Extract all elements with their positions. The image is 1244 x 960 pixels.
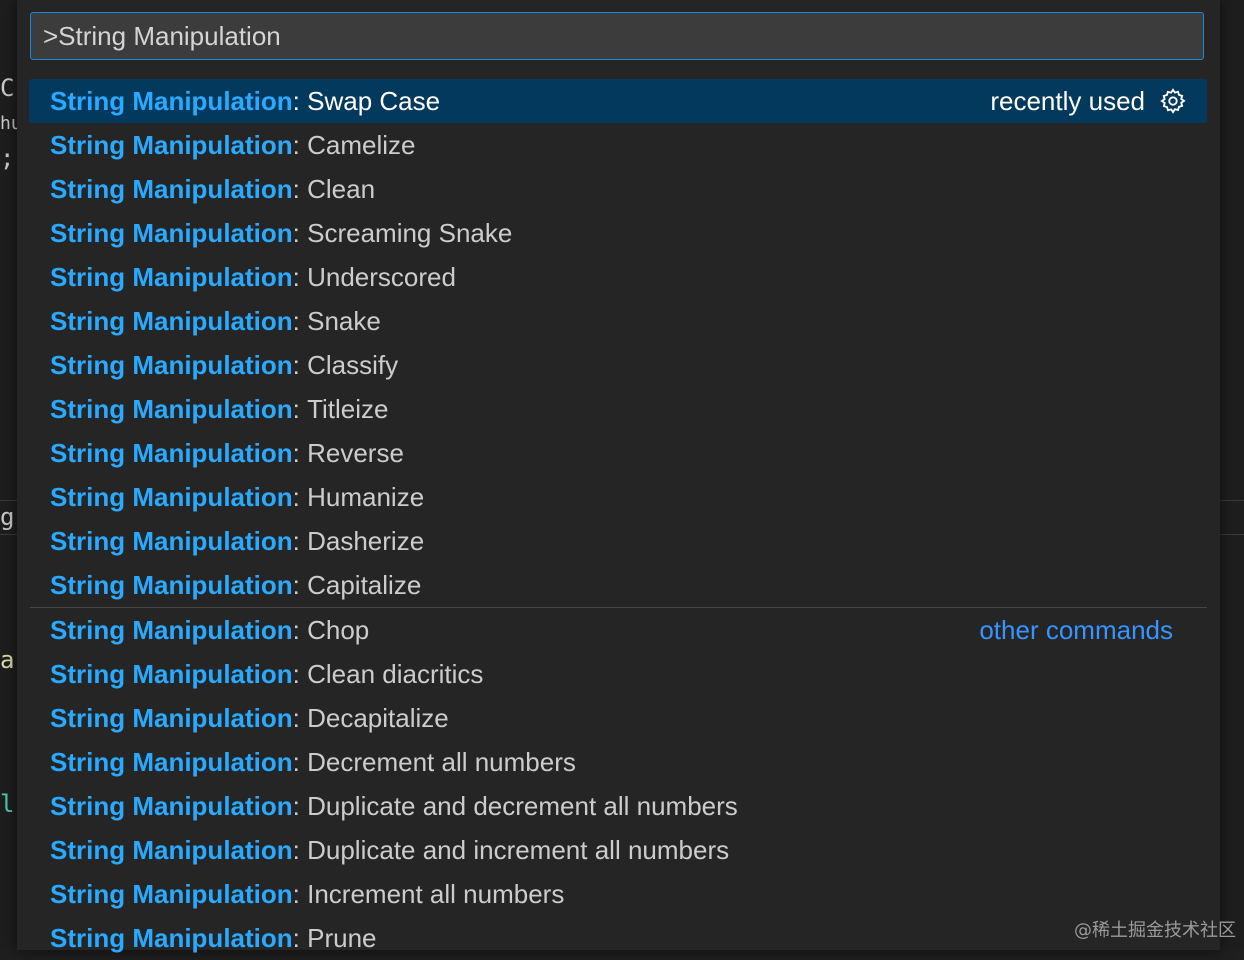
command-label: Chop	[307, 615, 369, 646]
command-item[interactable]: String Manipulation: Underscored	[29, 255, 1207, 299]
command-label: Decrement all numbers	[307, 747, 576, 778]
command-label: Classify	[307, 350, 398, 381]
command-category: String Manipulation	[50, 923, 293, 954]
command-item[interactable]: String Manipulation: Chop other commands	[29, 608, 1207, 652]
command-label: Titleize	[307, 394, 388, 425]
command-category: String Manipulation	[50, 835, 293, 866]
editor-code-fragment: g	[0, 505, 14, 529]
command-category: String Manipulation	[50, 86, 293, 117]
command-label: Increment all numbers	[307, 879, 564, 910]
command-category: String Manipulation	[50, 703, 293, 734]
editor-code-fragment: ;	[0, 146, 14, 170]
command-item[interactable]: String Manipulation: Decapitalize	[29, 696, 1207, 740]
command-label: Clean diacritics	[307, 659, 483, 690]
command-item[interactable]: String Manipulation: Clean diacritics	[29, 652, 1207, 696]
command-label: Duplicate and decrement all numbers	[307, 791, 738, 822]
command-separator: :	[293, 570, 307, 601]
command-label: Snake	[307, 306, 381, 337]
command-label: Dasherize	[307, 526, 424, 557]
command-separator: :	[293, 835, 307, 866]
command-separator: :	[293, 482, 307, 513]
command-palette-input[interactable]	[30, 12, 1204, 60]
command-item[interactable]: String Manipulation: Duplicate and incre…	[29, 828, 1207, 872]
command-label: Clean	[307, 174, 375, 205]
editor-code-fragment: l	[0, 792, 14, 816]
command-category: String Manipulation	[50, 659, 293, 690]
command-item[interactable]: String Manipulation: Reverse	[29, 431, 1207, 475]
command-label: Humanize	[307, 482, 424, 513]
command-item[interactable]: String Manipulation: Clean	[29, 167, 1207, 211]
watermark: @稀土掘金技术社区	[1074, 916, 1236, 942]
command-item[interactable]: String Manipulation: Humanize	[29, 475, 1207, 519]
command-separator: :	[293, 703, 307, 734]
command-item[interactable]: String Manipulation: Swap Case recently u…	[29, 79, 1207, 123]
command-category: String Manipulation	[50, 438, 293, 469]
command-item[interactable]: String Manipulation: Classify	[29, 343, 1207, 387]
command-separator: :	[293, 218, 307, 249]
command-label: Screaming Snake	[307, 218, 512, 249]
command-separator: :	[293, 923, 307, 954]
command-category: String Manipulation	[50, 615, 293, 646]
command-item[interactable]: String Manipulation: Capitalize	[29, 563, 1207, 607]
command-item[interactable]: String Manipulation: Prune	[29, 916, 1207, 960]
command-item[interactable]: String Manipulation: Snake	[29, 299, 1207, 343]
command-separator: :	[293, 130, 307, 161]
command-separator: :	[293, 394, 307, 425]
command-category: String Manipulation	[50, 262, 293, 293]
command-separator: :	[293, 791, 307, 822]
command-label: Duplicate and increment all numbers	[307, 835, 729, 866]
command-item[interactable]: String Manipulation: Duplicate and decre…	[29, 784, 1207, 828]
command-item[interactable]: String Manipulation: Dasherize	[29, 519, 1207, 563]
command-item[interactable]: String Manipulation: Titleize	[29, 387, 1207, 431]
command-palette: String Manipulation: Swap Case recently u…	[17, 0, 1220, 950]
command-label: Capitalize	[307, 570, 421, 601]
command-separator: :	[293, 262, 307, 293]
command-separator: :	[293, 306, 307, 337]
command-category: String Manipulation	[50, 350, 293, 381]
command-separator: :	[293, 879, 307, 910]
command-list: String Manipulation: Swap Case recently u…	[29, 79, 1207, 960]
command-separator: :	[293, 615, 307, 646]
command-category: String Manipulation	[50, 394, 293, 425]
editor-code-fragment: a	[0, 648, 14, 672]
command-label: Camelize	[307, 130, 415, 161]
command-separator: :	[293, 86, 307, 117]
command-label: Reverse	[307, 438, 404, 469]
other-commands-group: String Manipulation: Chopother commandsS…	[29, 608, 1207, 960]
command-category: String Manipulation	[50, 306, 293, 337]
other-commands-label: other commands	[979, 615, 1173, 646]
command-separator: :	[293, 438, 307, 469]
command-separator: :	[293, 350, 307, 381]
command-category: String Manipulation	[50, 174, 293, 205]
command-separator: :	[293, 526, 307, 557]
command-label: Decapitalize	[307, 703, 449, 734]
row-actions: recently used	[990, 79, 1187, 123]
command-separator: :	[293, 174, 307, 205]
command-category: String Manipulation	[50, 747, 293, 778]
recently-used-label: recently used	[990, 86, 1145, 117]
command-category: String Manipulation	[50, 791, 293, 822]
command-item[interactable]: String Manipulation: Decrement all numbe…	[29, 740, 1207, 784]
command-separator: :	[293, 659, 307, 690]
command-item[interactable]: String Manipulation: Camelize	[29, 123, 1207, 167]
command-category: String Manipulation	[50, 218, 293, 249]
command-item[interactable]: String Manipulation: Increment all numbe…	[29, 872, 1207, 916]
command-label: Underscored	[307, 262, 456, 293]
command-category: String Manipulation	[50, 130, 293, 161]
command-separator: :	[293, 747, 307, 778]
command-label: Swap Case	[307, 86, 440, 117]
command-category: String Manipulation	[50, 482, 293, 513]
row-group-label: other commands	[979, 608, 1173, 652]
command-category: String Manipulation	[50, 526, 293, 557]
command-category: String Manipulation	[50, 570, 293, 601]
command-category: String Manipulation	[50, 879, 293, 910]
command-label: Prune	[307, 923, 376, 954]
command-item[interactable]: String Manipulation: Screaming Snake	[29, 211, 1207, 255]
gear-icon[interactable]	[1159, 87, 1187, 115]
editor-code-fragment: C	[0, 76, 14, 100]
recently-used-group: String Manipulation: Swap Case recently u…	[29, 79, 1207, 607]
